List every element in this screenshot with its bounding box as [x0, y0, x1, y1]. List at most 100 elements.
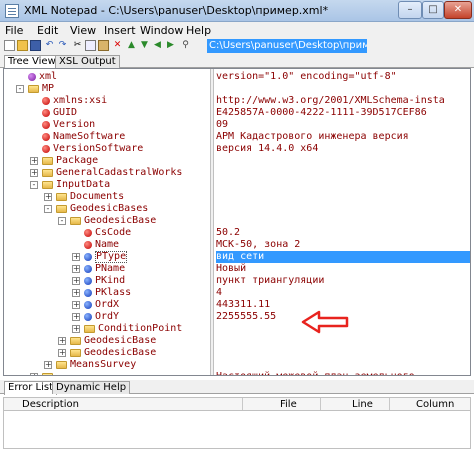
tab-tree-view[interactable]: Tree View [4, 55, 60, 69]
node-value[interactable] [216, 203, 470, 215]
tree-node[interactable]: + [4, 371, 209, 375]
expand-icon[interactable]: + [58, 349, 66, 357]
collapse-icon[interactable]: - [44, 205, 52, 213]
tree-node[interactable]: NameSoftware [4, 131, 209, 143]
nudge-left-icon[interactable]: ◀ [152, 40, 163, 51]
nudge-down-icon[interactable]: ▼ [139, 40, 150, 51]
undo-icon[interactable]: ↶ [44, 40, 55, 51]
open-folder-icon[interactable] [17, 40, 28, 51]
node-value[interactable] [216, 215, 470, 227]
cut-icon[interactable]: ✂ [72, 40, 83, 51]
node-value[interactable]: вид сети [216, 251, 470, 263]
node-value[interactable] [216, 359, 470, 371]
node-value[interactable] [216, 167, 470, 179]
collapse-icon[interactable]: - [30, 181, 38, 189]
node-value[interactable] [216, 179, 470, 191]
tree-node[interactable]: + PType [4, 251, 209, 263]
tree-row[interactable]: + PKind пункт триангуляции [4, 275, 470, 287]
expand-icon[interactable]: + [72, 289, 80, 297]
node-value[interactable]: Настоящий межевой план земельного [216, 371, 470, 375]
menu-help[interactable]: Help [186, 24, 211, 37]
tree-row[interactable]: Name МСК-50, зона 2 [4, 239, 470, 251]
tree-node[interactable]: + GeodesicBase [4, 335, 209, 347]
tree-row[interactable]: xmlns:xsi http://www.w3.org/2001/XMLSchem… [4, 95, 470, 107]
tree-row[interactable]: + PType вид сети [4, 251, 470, 263]
tab-dynamic-help[interactable]: Dynamic Help [52, 381, 131, 394]
tree-row[interactable]: + OrdX 443311.11 [4, 299, 470, 311]
node-value[interactable]: Новый [216, 263, 470, 275]
collapse-icon[interactable]: - [16, 85, 24, 93]
tree-row[interactable]: CsCode 50.2 [4, 227, 470, 239]
tab-xsl-output[interactable]: XSL Output [55, 55, 120, 68]
expand-icon[interactable]: + [72, 301, 80, 309]
redo-icon[interactable]: ↷ [57, 40, 68, 51]
expand-icon[interactable]: + [58, 337, 66, 345]
tree-row[interactable]: NameSoftware АРМ Кадастрового инженера ве… [4, 131, 470, 143]
menu-window[interactable]: Window [140, 24, 183, 37]
tab-error-list[interactable]: Error List [4, 381, 58, 395]
tree-node[interactable]: + ConditionPoint [4, 323, 209, 335]
menu-edit[interactable]: Edit [37, 24, 58, 37]
column-file[interactable]: File [280, 399, 297, 410]
node-value[interactable] [216, 335, 470, 347]
node-value[interactable]: 09 [216, 119, 470, 131]
tree-row[interactable]: + Documents [4, 191, 470, 203]
expand-icon[interactable]: + [44, 193, 52, 201]
new-file-icon[interactable] [4, 40, 15, 51]
tree-row[interactable]: - InputData [4, 179, 470, 191]
tree-row[interactable]: + GeneralCadastralWorks [4, 167, 470, 179]
close-button[interactable]: ✕ [444, 1, 472, 19]
expand-icon[interactable]: + [72, 277, 80, 285]
nudge-up-icon[interactable]: ▲ [126, 40, 137, 51]
node-value[interactable] [216, 191, 470, 203]
save-icon[interactable] [30, 40, 41, 51]
node-value[interactable]: пункт триангуляции [216, 275, 470, 287]
tree-node[interactable]: - MP [4, 83, 209, 95]
tree-node[interactable]: GUID [4, 107, 209, 119]
node-value[interactable]: версия 14.4.0 x64 [216, 143, 470, 155]
tree-row[interactable]: Version 09 [4, 119, 470, 131]
menu-file[interactable]: File [5, 24, 23, 37]
tree-node[interactable]: + PKlass [4, 287, 209, 299]
expand-icon[interactable]: + [30, 157, 38, 165]
tree-row[interactable]: + Настоящий межевой план земельного [4, 371, 470, 375]
tree-row[interactable]: - GeodesicBases [4, 203, 470, 215]
tree-row[interactable]: + Package [4, 155, 470, 167]
paste-icon[interactable] [98, 40, 109, 51]
node-value[interactable]: 4 [216, 287, 470, 299]
minimize-button[interactable]: – [398, 1, 422, 19]
expand-icon[interactable]: + [72, 325, 80, 333]
node-value[interactable]: АРМ Кадастрового инженера версия [216, 131, 470, 143]
tree-row[interactable]: + OrdY 2255555.55 [4, 311, 470, 323]
file-path-field[interactable]: C:\Users\panuser\Desktop\пример.xml [207, 39, 367, 53]
menu-insert[interactable]: Insert [104, 24, 136, 37]
expand-icon[interactable]: + [30, 169, 38, 177]
tree-node[interactable]: + Documents [4, 191, 209, 203]
expand-icon[interactable]: + [72, 265, 80, 273]
tree-node[interactable]: + PName [4, 263, 209, 275]
node-value[interactable] [216, 347, 470, 359]
tree-node[interactable]: - GeodesicBase [4, 215, 209, 227]
node-value[interactable]: version="1.0" encoding="utf-8" [216, 71, 470, 83]
node-value[interactable]: E425857A-0000-4222-1111-39D517CEF86 [216, 107, 470, 119]
expand-icon[interactable]: + [44, 361, 52, 369]
expand-icon[interactable]: + [30, 373, 38, 375]
tree-row[interactable]: + GeodesicBase [4, 335, 470, 347]
node-value[interactable] [216, 155, 470, 167]
tree-node[interactable]: + Package [4, 155, 209, 167]
maximize-button[interactable]: □ [422, 1, 444, 19]
tree-row[interactable]: GUID E425857A-0000-4222-1111-39D517CEF86 [4, 107, 470, 119]
node-value[interactable]: МСК-50, зона 2 [216, 239, 470, 251]
menu-view[interactable]: View [70, 24, 96, 37]
tree-node[interactable]: - GeodesicBases [4, 203, 209, 215]
tree-row[interactable]: - MP [4, 83, 470, 95]
node-value[interactable]: http://www.w3.org/2001/XMLSchema-insta [216, 95, 470, 107]
find-icon[interactable]: ⚲ [180, 40, 191, 51]
collapse-icon[interactable]: - [58, 217, 66, 225]
tree-row[interactable]: + GeodesicBase [4, 347, 470, 359]
tree-row[interactable]: + MeansSurvey [4, 359, 470, 371]
copy-icon[interactable] [85, 40, 96, 51]
tree-node[interactable]: Name [4, 239, 209, 251]
tree-node[interactable]: VersionSoftware [4, 143, 209, 155]
tree-node[interactable]: - InputData [4, 179, 209, 191]
